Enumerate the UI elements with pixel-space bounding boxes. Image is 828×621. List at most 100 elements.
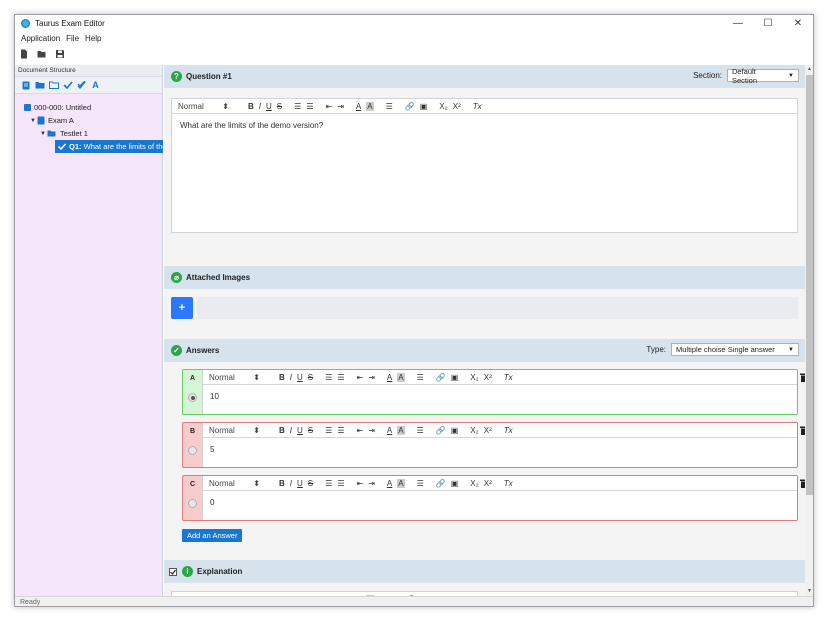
outdent-icon[interactable]: ⇤ — [356, 426, 363, 435]
scrollbar-thumb[interactable] — [806, 75, 813, 495]
align-icon[interactable]: ☰ — [417, 426, 424, 435]
ordered-list-icon[interactable]: ☰ — [325, 426, 332, 435]
superscript-icon[interactable]: X² — [453, 102, 461, 111]
bg-color-icon[interactable]: A — [397, 372, 405, 382]
bold-button[interactable]: B — [279, 479, 285, 488]
section-select[interactable]: Default Section ▼ — [727, 67, 799, 85]
tree-item-exam[interactable]: ▼ Exam A — [15, 114, 163, 127]
bullet-list-icon[interactable]: ☰ — [337, 373, 344, 382]
answer-editor[interactable]: Normal⬍ B I U S ☰ ☰ ⇤ ⇥ A A ☰ 🔗 ▣ X₂ X² — [202, 370, 805, 414]
strike-button[interactable]: S — [308, 479, 313, 488]
ordered-list-icon[interactable]: ☰ — [325, 479, 332, 488]
underline-button[interactable]: U — [297, 479, 303, 488]
vertical-scrollbar[interactable]: ▲ ▼ — [805, 65, 813, 596]
bullet-list-icon[interactable]: ☰ — [337, 479, 344, 488]
image-icon[interactable]: ▣ — [451, 426, 459, 435]
answer-editor[interactable]: Normal⬍ B I U S ☰ ☰ ⇤ ⇥ A A ☰ 🔗 ▣ X₂ X² — [202, 476, 805, 520]
question-editor[interactable]: Normal ⬍ B I U S ☰ ☰ ⇤ ⇥ A A ☰ 🔗 ▣ X₂ X² … — [171, 98, 798, 233]
underline-button[interactable]: U — [297, 426, 303, 435]
caret-down-icon[interactable]: ▼ — [39, 131, 47, 137]
open-folder-icon[interactable] — [37, 49, 47, 59]
align-icon[interactable]: ☰ — [417, 373, 424, 382]
bg-color-icon[interactable]: A — [397, 478, 405, 488]
double-check-icon[interactable] — [76, 80, 87, 91]
answer-text[interactable]: 10 — [203, 385, 797, 408]
maximize-button[interactable]: ☐ — [753, 15, 783, 32]
clear-format-icon[interactable]: Tx — [504, 426, 513, 435]
outdent-icon[interactable]: ⇤ — [356, 373, 363, 382]
indent-icon[interactable]: ⇥ — [337, 102, 344, 111]
answer-radio[interactable] — [188, 446, 197, 455]
indent-icon[interactable]: ⇥ — [368, 373, 375, 382]
clear-format-icon[interactable]: Tx — [504, 479, 513, 488]
superscript-icon[interactable]: X² — [484, 373, 492, 382]
indent-icon[interactable]: ⇥ — [368, 426, 375, 435]
answer-text[interactable]: 0 — [203, 491, 797, 514]
image-icon[interactable]: ▣ — [420, 102, 428, 111]
scroll-down-icon[interactable]: ▼ — [805, 587, 813, 596]
tree-item-question[interactable]: Q1: What are the limits of the demo vers… — [15, 140, 163, 153]
question-text[interactable]: What are the limits of the demo version? — [172, 114, 797, 137]
ordered-list-icon[interactable]: ☰ — [325, 373, 332, 382]
answer-type-select[interactable]: Multiple choise Single answer ▼ — [671, 343, 799, 356]
minimize-button[interactable]: — — [723, 15, 753, 32]
link-icon[interactable]: 🔗 — [405, 102, 415, 111]
superscript-icon[interactable]: X² — [484, 426, 492, 435]
image-icon[interactable]: ▣ — [451, 479, 459, 488]
strike-button[interactable]: S — [277, 102, 282, 111]
caret-down-icon[interactable]: ▼ — [29, 118, 37, 124]
superscript-icon[interactable]: X² — [484, 479, 492, 488]
indent-icon[interactable]: ⇥ — [368, 479, 375, 488]
format-select[interactable]: Normal⬍ — [203, 479, 263, 488]
menu-application[interactable]: Application — [18, 34, 63, 43]
font-color-icon[interactable]: A — [387, 426, 392, 435]
bold-button[interactable]: B — [248, 102, 254, 111]
format-select[interactable]: Normal⬍ — [203, 426, 263, 435]
clear-format-icon[interactable]: Tx — [504, 373, 513, 382]
bullet-list-icon[interactable]: ☰ — [306, 102, 313, 111]
font-icon[interactable]: A — [90, 80, 101, 91]
bold-button[interactable]: B — [279, 426, 285, 435]
format-select[interactable]: Normal⬍ — [203, 373, 263, 382]
bold-button[interactable]: B — [279, 373, 285, 382]
bg-color-icon[interactable]: A — [397, 425, 405, 435]
italic-button[interactable]: I — [290, 373, 292, 382]
answer-radio[interactable] — [188, 499, 197, 508]
italic-button[interactable]: I — [259, 102, 261, 111]
answer-editor[interactable]: Normal⬍ B I U S ☰ ☰ ⇤ ⇥ A A ☰ 🔗 ▣ X₂ X² — [202, 423, 805, 467]
link-icon[interactable]: 🔗 — [436, 373, 446, 382]
strike-button[interactable]: S — [308, 373, 313, 382]
answer-radio[interactable] — [188, 393, 197, 402]
subscript-icon[interactable]: X₂ — [470, 479, 478, 488]
align-icon[interactable]: ☰ — [417, 479, 424, 488]
clear-format-icon[interactable]: Tx — [473, 102, 482, 111]
link-icon[interactable]: 🔗 — [436, 479, 446, 488]
outdent-icon[interactable]: ⇤ — [356, 479, 363, 488]
add-answer-button[interactable]: Add an Answer — [182, 529, 243, 542]
font-color-icon[interactable]: A — [356, 102, 361, 111]
subscript-icon[interactable]: X₂ — [470, 373, 478, 382]
ordered-list-icon[interactable]: ☰ — [294, 102, 301, 111]
underline-button[interactable]: U — [266, 102, 272, 111]
tree-item-root[interactable]: 000-000: Untitled — [15, 101, 163, 114]
explanation-checkbox[interactable] — [169, 567, 177, 576]
font-color-icon[interactable]: A — [387, 479, 392, 488]
format-select[interactable]: Normal⬍ — [172, 102, 232, 111]
new-document-icon[interactable] — [19, 49, 29, 59]
scroll-up-icon[interactable]: ▲ — [805, 65, 813, 74]
link-icon[interactable]: 🔗 — [436, 426, 446, 435]
italic-button[interactable]: I — [290, 426, 292, 435]
subscript-icon[interactable]: X₂ — [470, 426, 478, 435]
open-folder-icon[interactable] — [48, 80, 59, 91]
outdent-icon[interactable]: ⇤ — [325, 102, 332, 111]
add-folder-icon[interactable] — [34, 80, 45, 91]
add-document-icon[interactable] — [20, 80, 31, 91]
subscript-icon[interactable]: X₂ — [439, 102, 447, 111]
menu-help[interactable]: Help — [82, 34, 104, 43]
add-image-button[interactable]: + — [171, 297, 193, 319]
tree-item-testlet[interactable]: ▼ Testlet 1 — [15, 127, 163, 140]
checkbox-icon[interactable] — [24, 104, 31, 111]
menu-file[interactable]: File — [63, 34, 82, 43]
answer-text[interactable]: 5 — [203, 438, 797, 461]
underline-button[interactable]: U — [297, 373, 303, 382]
